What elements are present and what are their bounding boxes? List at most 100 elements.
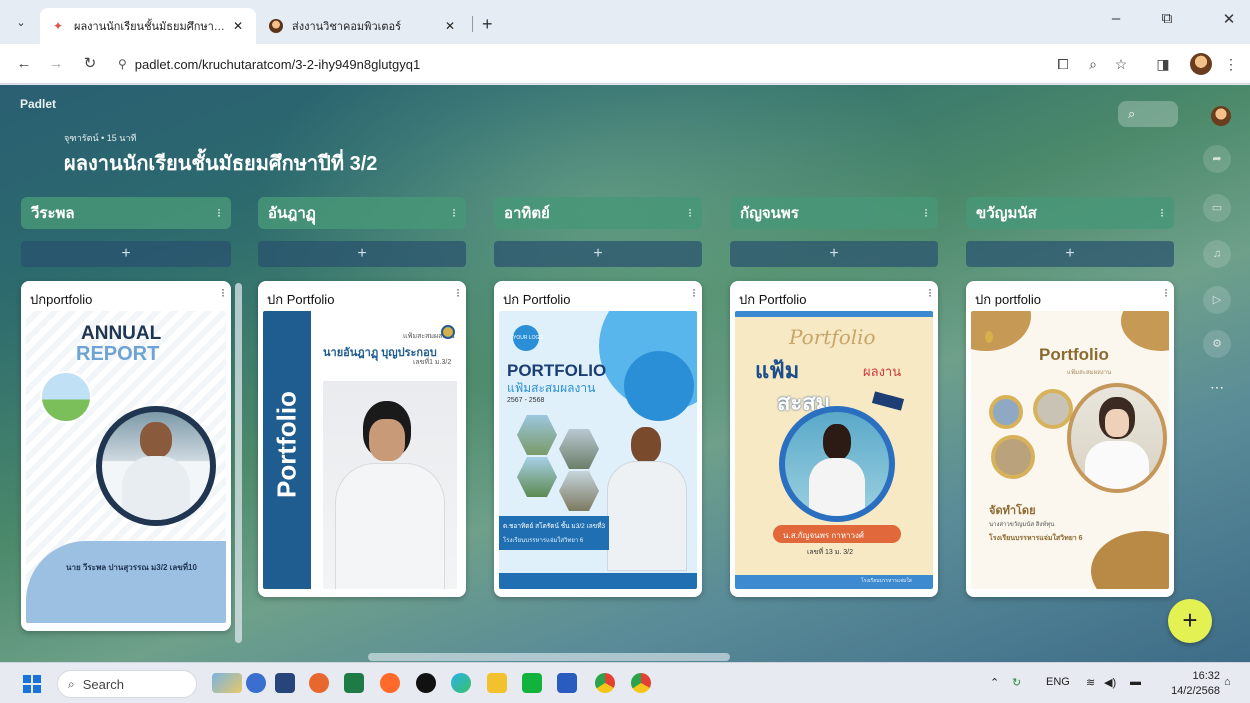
app-icon[interactable] <box>309 673 329 693</box>
bookmark-star-icon[interactable]: ☆ <box>1110 54 1132 74</box>
taskbar-search-box[interactable]: ⌕ Search <box>57 670 197 698</box>
tab-computer-assignment[interactable]: ส่งงานวิชาคอมพิวเตอร์ ✕ <box>258 8 468 44</box>
add-post-button[interactable]: + <box>494 241 702 267</box>
add-post-button[interactable]: + <box>966 241 1174 267</box>
tiktok-icon[interactable] <box>416 673 436 693</box>
column-header-weeraphon[interactable]: วีระพล ⁝ <box>21 197 231 229</box>
menu-kebab-icon[interactable]: ⋮ <box>1220 54 1242 74</box>
post-card[interactable]: ปกportfolio ⁝ ANNUAL REPORT นาย วีระพล ป… <box>21 281 231 631</box>
zoom-icon[interactable]: ⌕ <box>1082 54 1104 74</box>
column-header-anthayu[interactable]: อันฎาฏุ ⁝ <box>258 197 466 229</box>
tab-padlet[interactable]: ✦ ผลงานนักเรียนชั้นมัธยมศึกษาปีที่ 3/2 ✕ <box>40 8 256 44</box>
photo-badge <box>989 395 1023 429</box>
close-tab-icon[interactable]: ✕ <box>442 19 458 33</box>
poster-heading: Portfolio <box>1039 345 1109 364</box>
column-header-athit[interactable]: อาทิตย์ ⁝ <box>494 197 702 229</box>
user-avatar[interactable] <box>1211 106 1231 126</box>
hex-photo <box>517 415 557 455</box>
post-card[interactable]: ปก Portfolio ⁝ Portfolio แฟ้ม ผลงาน สะสม… <box>730 281 938 597</box>
back-arrow-icon[interactable]: ← <box>12 52 36 76</box>
more-options-icon[interactable]: ⋯ <box>1203 379 1231 396</box>
post-menu-icon[interactable]: ⁝ <box>456 286 460 300</box>
tab-search-chevron-icon[interactable]: ⌄ <box>10 12 32 34</box>
post-card[interactable]: ปก Portfolio ⁝ YOUR LOGO PORTFOLIO แฟ้มส… <box>494 281 702 597</box>
poster-vertical-title: Portfolio <box>271 391 302 498</box>
url-bar[interactable]: ⚲ padlet.com/kruchutaratcom/3-2-ihy949n8… <box>110 50 1030 78</box>
post-title: ปก portfolio <box>975 292 1041 307</box>
post-title: ปกportfolio <box>30 292 93 307</box>
student-photo <box>323 381 457 589</box>
folder-icon[interactable] <box>487 673 507 693</box>
edge-icon[interactable] <box>451 673 471 693</box>
windows-start-icon[interactable] <box>23 675 41 693</box>
tray-app-icon[interactable]: ↻ <box>1012 676 1021 689</box>
close-tab-icon[interactable]: ✕ <box>230 19 246 33</box>
copilot-icon[interactable] <box>246 673 266 693</box>
column-header-khwanmanat[interactable]: ขวัญมนัส ⁝ <box>966 197 1174 229</box>
firefox-icon[interactable] <box>380 673 400 693</box>
poster-student-name: น.ส.กัญจนพร กาหาวงศ์ <box>783 531 864 540</box>
battery-icon[interactable]: ▬ <box>1130 676 1141 688</box>
volume-icon[interactable]: ◀) <box>1104 676 1116 689</box>
os-taskbar: ⌕ Search ⌃ ↻ ENG ≋ ◀) ▬ 16:32 14/2/2568 … <box>0 662 1250 703</box>
notification-icon[interactable]: ⌂ <box>1224 676 1231 688</box>
wifi-icon[interactable]: ≋ <box>1086 676 1095 689</box>
reload-icon[interactable]: ↻ <box>78 52 102 76</box>
line-icon[interactable] <box>522 673 542 693</box>
poster-made-by: จัดทำโดย <box>989 505 1036 517</box>
slideshow-icon[interactable]: ▭ <box>1203 194 1231 222</box>
side-panel-icon[interactable]: ◨ <box>1152 54 1174 74</box>
excel-icon[interactable] <box>344 673 364 693</box>
column-menu-icon[interactable]: ⁝ <box>217 206 221 220</box>
column-menu-icon[interactable]: ⁝ <box>452 206 456 220</box>
add-post-button[interactable]: + <box>258 241 466 267</box>
new-tab-button[interactable]: + <box>482 14 493 35</box>
chrome-icon[interactable] <box>595 673 615 693</box>
tray-chevron-icon[interactable]: ⌃ <box>990 676 999 689</box>
post-card[interactable]: ปก Portfolio ⁝ Portfolio แฟ้มสะสมผลงาน น… <box>258 281 466 597</box>
post-menu-icon[interactable]: ⁝ <box>1164 286 1168 300</box>
column-menu-icon[interactable]: ⁝ <box>924 206 928 220</box>
add-post-button[interactable]: + <box>730 241 938 267</box>
play-icon[interactable]: ▷ <box>1203 286 1231 314</box>
student-photo <box>1071 387 1163 489</box>
widgets-icon[interactable] <box>212 673 242 693</box>
poster-school: โรงเรียนบรรหารแจ่มใสวิทยา 6 <box>503 538 584 544</box>
word-icon[interactable] <box>557 673 577 693</box>
profile-avatar[interactable] <box>1190 53 1212 75</box>
padlet-logo[interactable]: Padlet <box>20 97 56 111</box>
horizontal-scrollbar[interactable] <box>368 653 730 661</box>
medal-icon <box>985 331 993 343</box>
forward-arrow-icon[interactable]: → <box>44 52 68 76</box>
poster-school: โรงเรียนบรรหารแจ่มใสวิทยา 6 <box>989 535 1083 542</box>
column-menu-icon[interactable]: ⁝ <box>688 206 692 220</box>
poster-subtitle: แฟ้มสะสมผลงาน <box>1067 370 1112 376</box>
language-indicator[interactable]: ENG <box>1046 676 1070 688</box>
poster-heading: REPORT <box>76 343 160 365</box>
restore-icon[interactable]: ⧉ <box>1152 10 1182 27</box>
post-menu-icon[interactable]: ⁝ <box>928 286 932 300</box>
post-menu-icon[interactable]: ⁝ <box>692 286 696 300</box>
minimize-icon[interactable]: – <box>1101 10 1131 27</box>
post-card[interactable]: ปก portfolio ⁝ Portfolio แฟ้มสะสมผลงาน จ… <box>966 281 1174 597</box>
add-post-button[interactable]: + <box>21 241 231 267</box>
site-info-icon[interactable]: ⚲ <box>118 57 127 71</box>
poster-subtitle: แฟ้มสะสมผลงาน <box>507 381 596 395</box>
add-post-fab-button[interactable]: + <box>1168 599 1212 643</box>
column-header-kanjanaporn[interactable]: กัญจนพร ⁝ <box>730 197 938 229</box>
settings-gear-icon[interactable]: ⚙ <box>1203 330 1231 358</box>
system-clock[interactable]: 16:32 14/2/2568 <box>1164 669 1220 699</box>
share-icon[interactable]: ➦ <box>1203 145 1231 173</box>
column-scrollbar[interactable] <box>235 283 242 643</box>
column-name: อาทิตย์ <box>504 205 550 222</box>
photo-badge <box>1033 389 1073 429</box>
post-menu-icon[interactable]: ⁝ <box>221 286 225 300</box>
column-menu-icon[interactable]: ⁝ <box>1160 206 1164 220</box>
chrome-profile-icon[interactable] <box>631 673 651 693</box>
file-manager-icon[interactable] <box>275 673 295 693</box>
notification-bell-icon[interactable]: ♫ <box>1203 240 1231 268</box>
close-window-icon[interactable]: ✕ <box>1214 10 1244 28</box>
search-button[interactable]: ⌕ <box>1118 101 1178 127</box>
avatar-favicon-icon <box>268 18 284 34</box>
install-app-icon[interactable]: ⧠ <box>1052 54 1074 74</box>
